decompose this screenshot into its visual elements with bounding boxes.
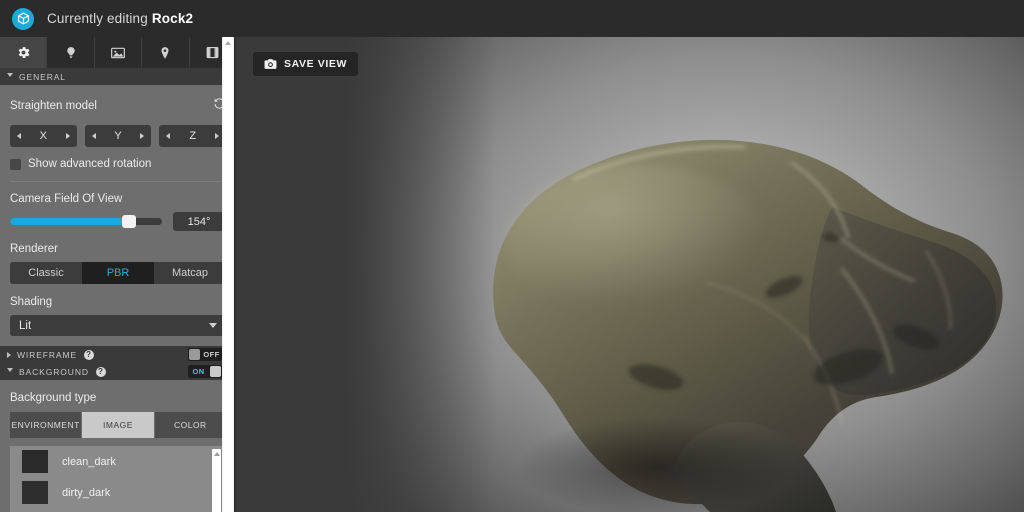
question-mark-icon[interactable]: ?: [84, 349, 95, 360]
advanced-rotation-checkbox[interactable]: [10, 158, 21, 170]
shading-value: Lit: [19, 319, 32, 332]
background-toggle-state: ON: [192, 367, 205, 376]
advanced-rotation-row[interactable]: Show advanced rotation: [10, 158, 226, 170]
fov-control-row: 154°: [10, 212, 226, 231]
background-toggle[interactable]: ON: [188, 365, 222, 378]
list-scrollbar[interactable]: [212, 449, 221, 512]
sketchfab-cube-icon[interactable]: [12, 7, 34, 30]
straighten-model-label: Straighten model: [10, 100, 97, 112]
toggle-knob: [189, 349, 200, 360]
fov-value[interactable]: 154°: [173, 212, 225, 231]
tab-annotations[interactable]: [142, 37, 190, 68]
background-image-list[interactable]: clean_dark dirty_dark dirty_light: [10, 446, 226, 512]
camera-icon: [264, 58, 284, 70]
chevron-down-icon: [7, 73, 13, 80]
divider: [10, 181, 226, 182]
tab-materials[interactable]: [94, 37, 143, 68]
axis-button-y[interactable]: Y: [84, 125, 152, 147]
caret-up-icon[interactable]: [213, 452, 220, 456]
editing-status: Currently editing Rock2: [47, 11, 193, 26]
question-mark-icon[interactable]: ?: [95, 366, 106, 377]
shading-label: Shading: [10, 296, 53, 308]
model-name: Rock2: [151, 11, 194, 26]
background-type-tabs: ENVIRONMENT IMAGE COLOR: [10, 412, 226, 438]
section-header-general[interactable]: GENERAL: [0, 68, 236, 85]
3d-viewport[interactable]: SAVE VIEW: [236, 37, 1024, 512]
lightbulb-icon: [64, 46, 78, 60]
panel-scrollbar[interactable]: [222, 37, 234, 512]
panel-scrollbar-thumb[interactable]: [223, 37, 233, 512]
general-section-body: Straighten model X Y Z Show advanced rot…: [0, 85, 236, 346]
sketchfab-3d-editor: Currently editing Rock2 GENERAL Straight…: [0, 0, 1024, 512]
fov-label: Camera Field Of View: [10, 193, 123, 205]
color-swatch: [22, 450, 48, 473]
list-item[interactable]: dirty_light: [10, 508, 226, 512]
caret-left-icon[interactable]: [17, 133, 21, 139]
caret-left-icon[interactable]: [91, 133, 96, 139]
renderer-segmented-control: Classic PBR Matcap: [10, 262, 226, 284]
axis-button-z[interactable]: Z: [159, 125, 227, 147]
list-item-label: clean_dark: [62, 455, 116, 468]
axis-button-x[interactable]: X: [10, 125, 77, 147]
advanced-rotation-label: Show advanced rotation: [28, 158, 152, 170]
renderer-option-matcap[interactable]: Matcap: [154, 262, 226, 284]
panel-divider: [234, 37, 236, 512]
background-type-label: Background type: [10, 392, 97, 404]
axis-label-z: Z: [189, 130, 197, 142]
background-type-image[interactable]: IMAGE: [82, 412, 154, 438]
chevron-right-icon: [7, 351, 11, 358]
fov-slider-fill: [10, 218, 128, 225]
caret-right-icon[interactable]: [65, 133, 70, 139]
toggle-knob: [210, 366, 221, 377]
image-icon: [110, 45, 126, 61]
caret-left-icon[interactable]: [166, 133, 171, 139]
gear-icon: [16, 45, 31, 60]
fov-slider-handle[interactable]: [122, 215, 136, 228]
axis-label-x: X: [39, 130, 47, 142]
tab-lighting[interactable]: [47, 37, 95, 68]
wireframe-toggle-state: OFF: [203, 350, 220, 359]
list-item-label: dirty_dark: [62, 486, 111, 499]
section-label-wireframe: WIREFRAME: [17, 349, 78, 360]
straighten-model-row: Straighten model: [10, 85, 226, 115]
settings-panel: GENERAL Straighten model X Y Z Show adva…: [0, 37, 236, 512]
fov-slider[interactable]: [10, 215, 162, 228]
save-view-button[interactable]: SAVE VIEW: [253, 52, 358, 76]
top-bar: Currently editing Rock2: [0, 0, 1024, 37]
renderer-label: Renderer: [10, 243, 58, 255]
wireframe-toggle[interactable]: OFF: [188, 348, 222, 361]
section-label-general: GENERAL: [19, 71, 66, 82]
chevron-down-icon: [209, 323, 217, 328]
tab-settings[interactable]: [0, 37, 48, 68]
caret-right-icon[interactable]: [215, 133, 220, 139]
film-icon: [205, 45, 220, 60]
background-type-color[interactable]: COLOR: [154, 412, 226, 438]
editing-status-text: Currently editing: [47, 11, 148, 26]
panel-tab-bar: [0, 37, 236, 68]
save-view-label: SAVE VIEW: [284, 58, 347, 70]
renderer-option-classic[interactable]: Classic: [10, 262, 82, 284]
rock-3d-model[interactable]: [236, 37, 1024, 512]
axis-label-y: Y: [114, 130, 122, 142]
shading-select[interactable]: Lit: [10, 315, 226, 336]
renderer-option-pbr[interactable]: PBR: [82, 262, 154, 284]
caret-up-icon[interactable]: [225, 41, 231, 45]
straighten-axis-buttons: X Y Z: [10, 125, 227, 147]
color-swatch: [22, 481, 48, 504]
rock-highlight: [506, 164, 766, 320]
section-header-wireframe[interactable]: WIREFRAME ? OFF: [0, 346, 236, 363]
section-label-background: BACKGROUND: [19, 366, 89, 377]
list-item[interactable]: clean_dark: [10, 446, 226, 477]
section-header-background[interactable]: BACKGROUND ? ON: [0, 363, 236, 380]
caret-right-icon[interactable]: [140, 133, 145, 139]
list-item[interactable]: dirty_dark: [10, 477, 226, 508]
chevron-down-icon: [7, 368, 13, 375]
background-section-body: Background type ENVIRONMENT IMAGE COLOR …: [0, 392, 236, 512]
background-type-environment[interactable]: ENVIRONMENT: [10, 412, 82, 438]
map-pin-icon: [158, 46, 172, 60]
